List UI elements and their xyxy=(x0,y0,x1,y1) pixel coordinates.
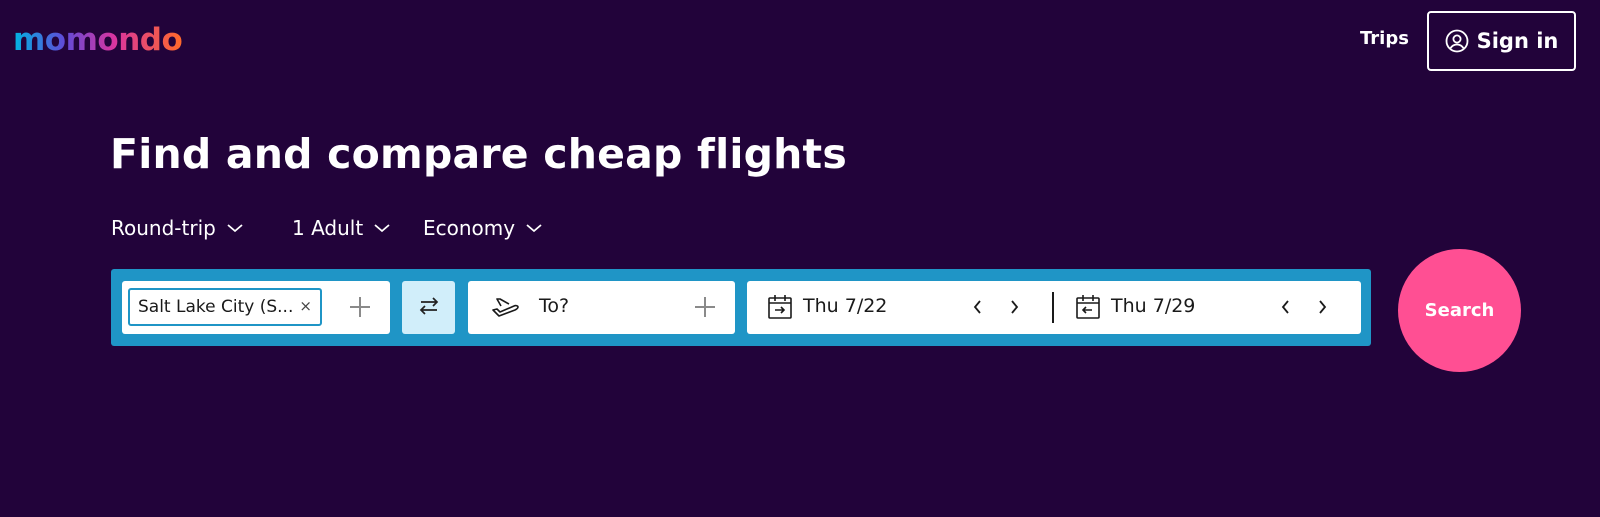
dates-field: Thu 7/22 Thu 7/29 xyxy=(747,281,1361,334)
calendar-icon xyxy=(767,294,793,324)
cabin-class-label: Economy xyxy=(423,216,516,240)
search-button[interactable]: Search xyxy=(1398,249,1521,372)
depart-prev-day-button[interactable] xyxy=(966,295,990,319)
plane-icon xyxy=(490,295,522,325)
origin-chip-label: Salt Lake City (S... xyxy=(138,297,294,317)
depart-next-day-button[interactable] xyxy=(1002,295,1026,319)
calendar-icon xyxy=(1075,294,1101,324)
flight-search-bar: Salt Lake City (S... × To? Thu 7/22 Thu … xyxy=(111,269,1371,346)
sign-in-label: Sign in xyxy=(1476,29,1559,53)
trips-link[interactable]: Trips xyxy=(1360,28,1409,49)
trip-type-label: Round-trip xyxy=(111,216,216,240)
cabin-class-dropdown[interactable]: Economy xyxy=(423,216,543,240)
chevron-down-icon xyxy=(525,222,543,234)
add-origin-button[interactable] xyxy=(345,292,375,322)
user-circle-icon xyxy=(1445,29,1469,53)
origin-chip[interactable]: Salt Lake City (S... × xyxy=(128,288,322,326)
chevron-down-icon xyxy=(226,222,244,234)
return-next-day-button[interactable] xyxy=(1310,295,1334,319)
swap-locations-button[interactable] xyxy=(402,281,455,334)
trip-type-dropdown[interactable]: Round-trip xyxy=(111,216,244,240)
momondo-logo[interactable]: momondo xyxy=(13,22,183,58)
depart-date[interactable]: Thu 7/22 xyxy=(803,295,887,317)
swap-arrows-icon xyxy=(418,295,440,321)
origin-field[interactable]: Salt Lake City (S... × xyxy=(122,281,390,334)
add-destination-button[interactable] xyxy=(690,292,720,322)
destination-field[interactable]: To? xyxy=(468,281,735,334)
chevron-down-icon xyxy=(373,222,391,234)
date-divider xyxy=(1052,292,1054,323)
travelers-label: 1 Adult xyxy=(292,216,364,240)
return-date[interactable]: Thu 7/29 xyxy=(1111,295,1195,317)
remove-origin-button[interactable]: × xyxy=(299,297,312,315)
destination-placeholder: To? xyxy=(539,295,570,317)
return-prev-day-button[interactable] xyxy=(1274,295,1298,319)
page-title: Find and compare cheap flights xyxy=(110,130,847,178)
travelers-dropdown[interactable]: 1 Adult xyxy=(292,216,391,240)
sign-in-button[interactable]: Sign in xyxy=(1427,11,1576,71)
